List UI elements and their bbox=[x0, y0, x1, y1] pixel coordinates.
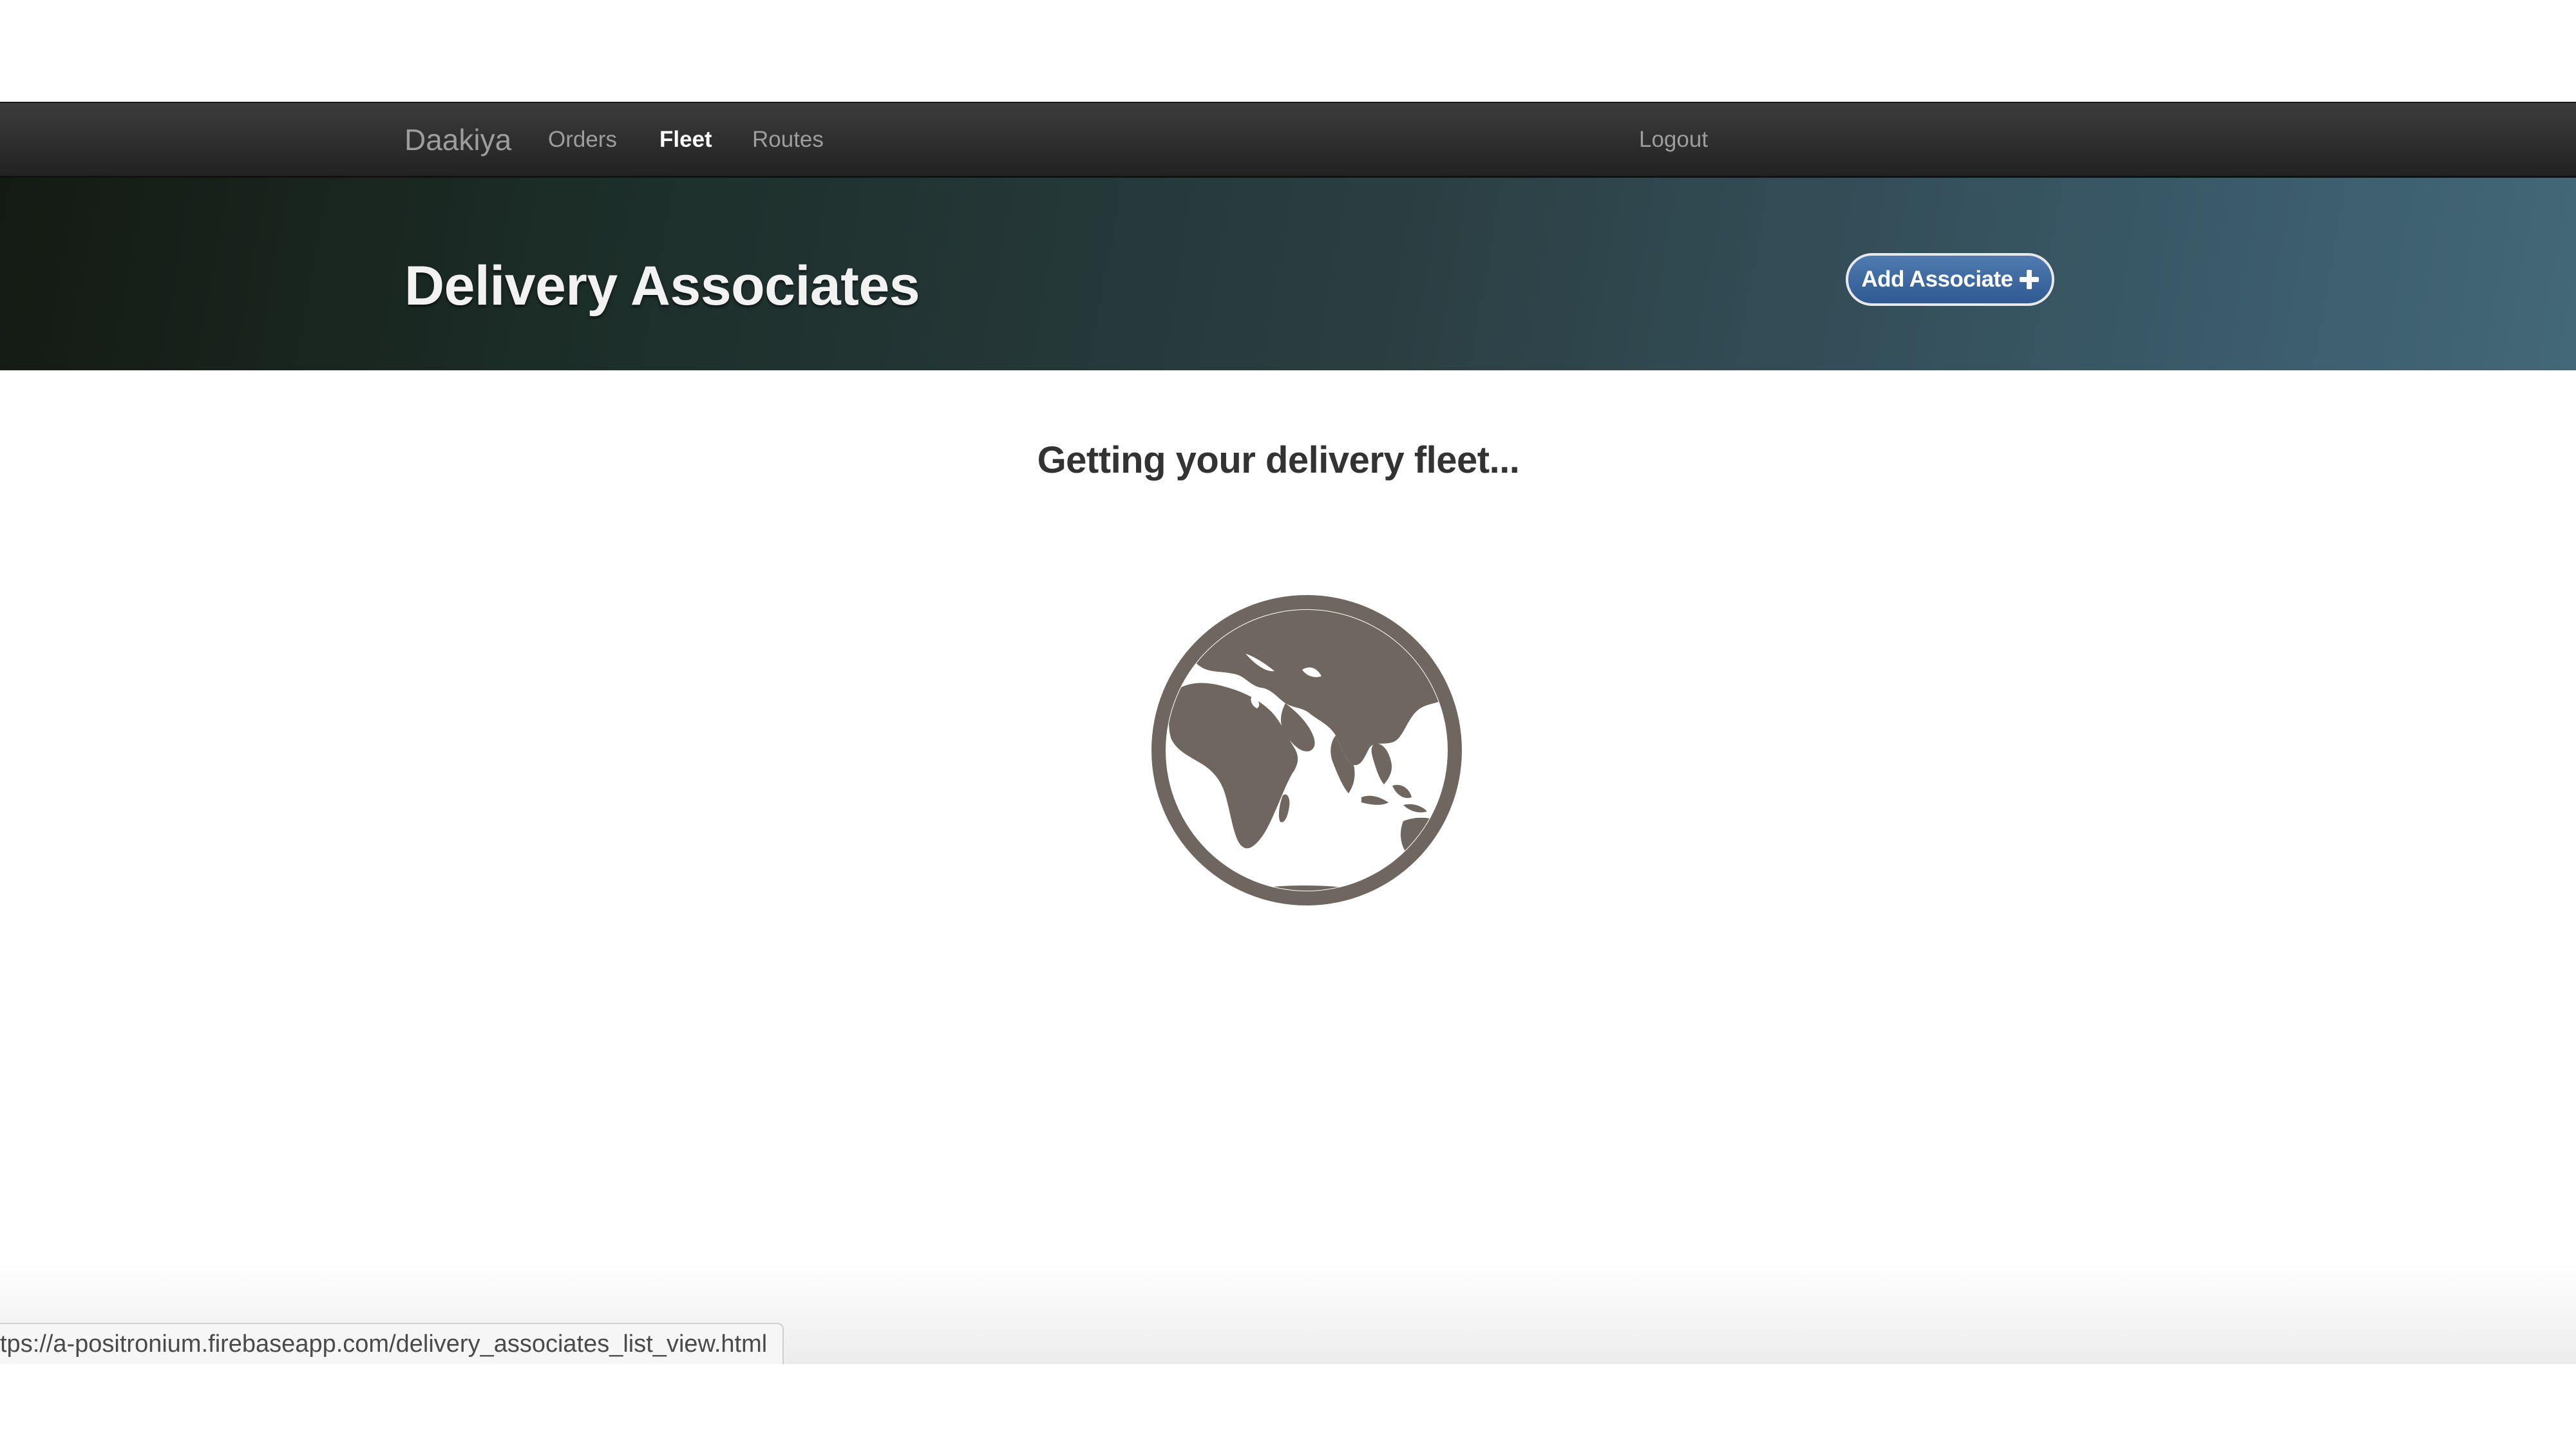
nav-item-fleet[interactable]: Fleet bbox=[659, 126, 712, 153]
page: Daakiya Orders Fleet Routes Logout Deliv… bbox=[0, 0, 2576, 1449]
nav-item-orders[interactable]: Orders bbox=[548, 126, 617, 153]
globe-icon bbox=[1149, 592, 1464, 908]
globe-icon-svg bbox=[1151, 595, 1462, 905]
status-bar-url: tps://a-positronium.firebaseapp.com/deli… bbox=[0, 1323, 784, 1364]
brand-link[interactable]: Daakiya bbox=[404, 124, 511, 156]
top-navbar: Daakiya Orders Fleet Routes Logout bbox=[0, 102, 2576, 178]
logout-link[interactable]: Logout bbox=[1639, 126, 1708, 153]
bottom-strip bbox=[0, 1364, 2576, 1449]
add-associate-button[interactable]: Add Associate bbox=[1846, 253, 2054, 306]
plus-icon bbox=[2019, 270, 2039, 289]
page-header: Delivery Associates Add Associate bbox=[0, 178, 2576, 370]
add-associate-label: Add Associate bbox=[1861, 267, 2013, 292]
page-title: Delivery Associates bbox=[404, 255, 920, 317]
nav-item-routes[interactable]: Routes bbox=[752, 126, 824, 153]
loading-message: Getting your delivery fleet... bbox=[1037, 439, 1520, 481]
